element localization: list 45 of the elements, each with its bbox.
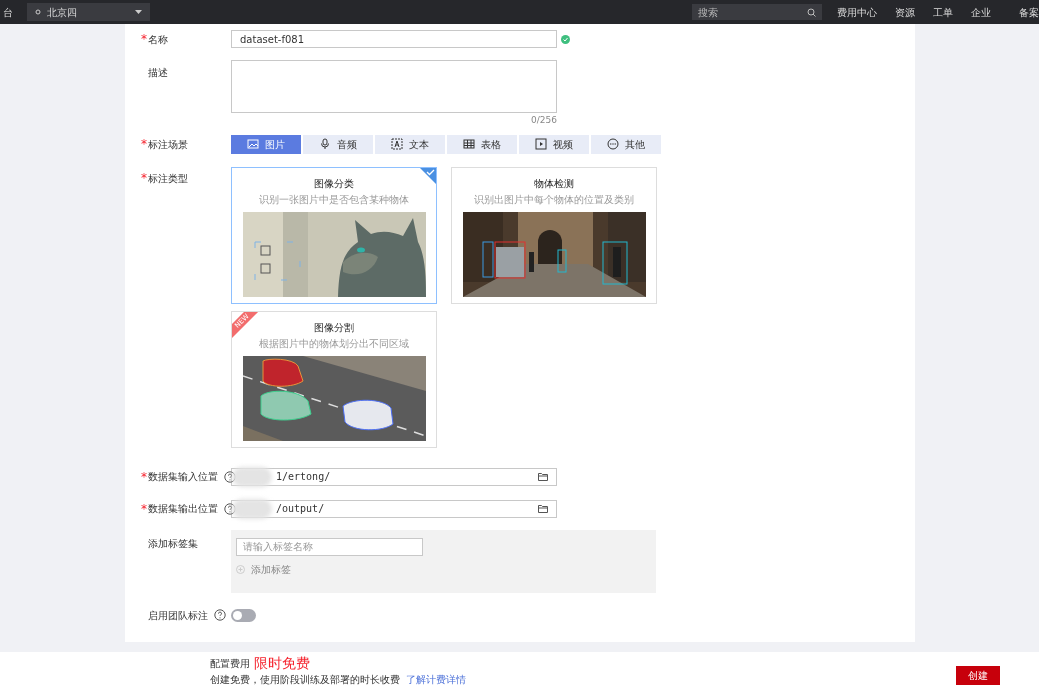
required-mark: * <box>141 468 147 486</box>
name-field[interactable]: dataset-f081 <box>231 30 557 48</box>
search-field[interactable]: 搜索 <box>692 4 822 20</box>
card-title: 物体检测 <box>534 176 574 191</box>
pricing-link[interactable]: 了解计费详情 <box>406 674 466 686</box>
scene-tab[interactable]: 视频 <box>519 134 589 154</box>
field-label: 添加标签集 <box>148 536 198 551</box>
required-mark: * <box>141 136 147 153</box>
nav-link[interactable]: 企业 <box>971 4 991 20</box>
scene-tab[interactable]: 文本 <box>375 134 445 154</box>
region-dropdown[interactable]: 北京四 <box>27 3 150 21</box>
nav-link[interactable]: 资源 <box>895 4 915 20</box>
field-label: 启用团队标注 <box>148 608 208 623</box>
scene-tab[interactable]: 图片 <box>231 134 301 154</box>
required-mark: * <box>141 500 147 518</box>
char-counter: 0/256 <box>531 114 557 127</box>
nav-link[interactable]: 备案 <box>1019 4 1039 20</box>
path-value: 1/ertong/ <box>276 470 332 484</box>
nav-link[interactable]: 费用中心 <box>837 4 877 20</box>
path-value: /output/ <box>276 502 326 516</box>
fee-note: 创建免费，使用阶段训练及部署的时长收费 <box>210 674 400 686</box>
field-label: 标注类型 <box>148 171 188 186</box>
scene-tab[interactable]: 其他 <box>591 134 661 154</box>
create-button[interactable]: 创建 <box>956 666 1000 685</box>
tag-name-field[interactable]: 请输入标签名称 <box>236 537 423 556</box>
path-field[interactable]: 1/ertong/ <box>231 467 557 486</box>
fee-label: 配置费用 <box>210 657 250 671</box>
fee-value: 限时免费 <box>254 654 310 673</box>
path-field[interactable]: /output/ <box>231 499 557 518</box>
type-card[interactable]: 物体检测 识别出图片中每个物体的位置及类别 <box>451 166 657 304</box>
card-title: 图像分割 <box>314 320 354 335</box>
field-label: 数据集输出位置 <box>148 502 218 516</box>
nav-link[interactable]: 工单 <box>933 4 953 20</box>
card-title: 图像分类 <box>314 176 354 191</box>
card-subtitle: 识别出图片中每个物体的位置及类别 <box>474 192 634 207</box>
nav-text[interactable]: 台 <box>3 4 23 20</box>
required-mark: * <box>141 31 147 48</box>
card-subtitle: 根据图片中的物体划分出不同区域 <box>259 336 409 351</box>
required-mark: * <box>141 170 147 187</box>
scene-tab[interactable]: 音频 <box>303 134 373 154</box>
field-label: 数据集输入位置 <box>148 470 218 484</box>
field-label: 标注场景 <box>148 137 188 152</box>
field-label: 名称 <box>148 32 168 47</box>
scene-tab[interactable]: 表格 <box>447 134 517 154</box>
field-label: 描述 <box>148 66 168 80</box>
